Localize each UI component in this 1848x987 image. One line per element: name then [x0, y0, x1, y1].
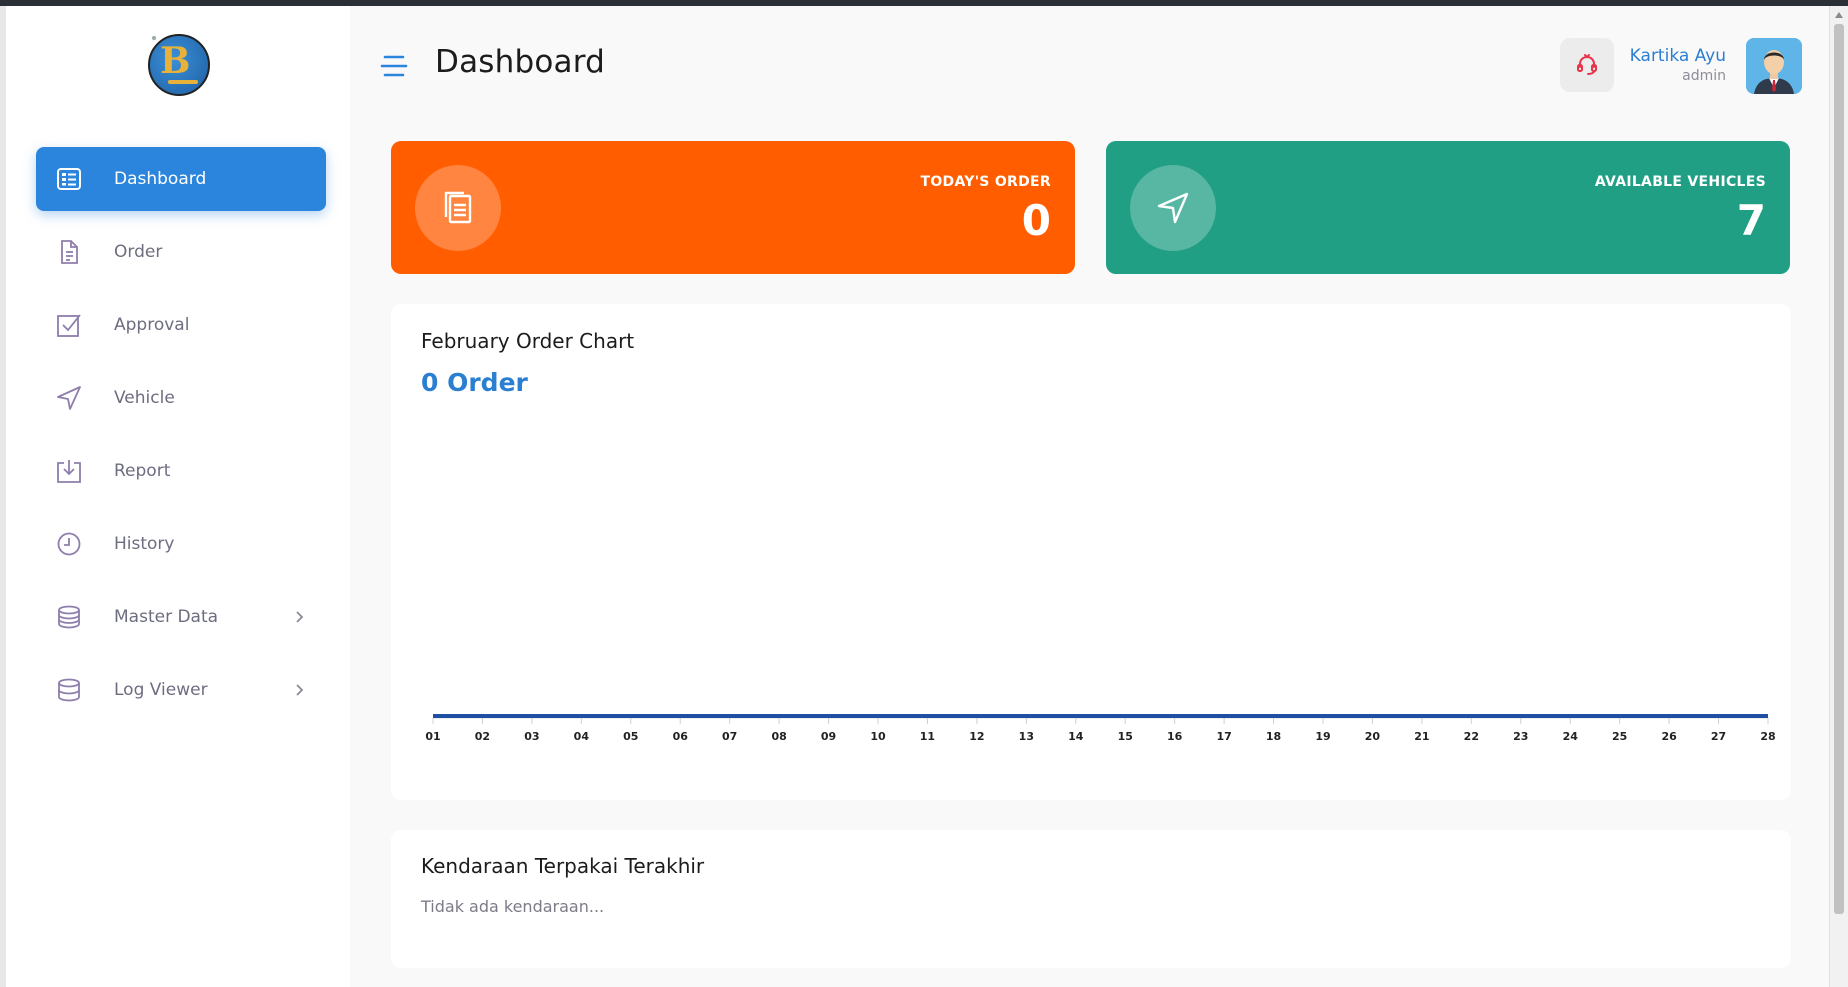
chart-x-tick-label: 05 [623, 730, 638, 743]
chart-x-tick-label: 07 [722, 730, 737, 743]
chart-title: February Order Chart [421, 329, 635, 353]
stat-value: 0 [1021, 196, 1051, 245]
chart-x-tick-label: 23 [1513, 730, 1528, 743]
navigation-arrow-icon [1157, 192, 1189, 224]
today-order-card[interactable]: TODAY'S ORDER 0 [391, 141, 1075, 274]
chart-x-tick-label: 04 [574, 730, 590, 743]
chart-x-tick-label: 27 [1711, 730, 1726, 743]
chart-x-tick-label: 21 [1414, 730, 1429, 743]
sidebar: B Dashboard Order Approval Vehicle Repor… [6, 6, 350, 987]
chevron-right-icon [296, 684, 304, 696]
chart-x-tick-label: 06 [673, 730, 689, 743]
sidebar-item-label: Vehicle [114, 388, 175, 408]
sidebar-item-history[interactable]: History [36, 512, 326, 576]
order-line-chart[interactable]: 01 02 03 04 05 06 07 08 09 10 11 12 13 14 15 16 17 18 19 20… [391, 304, 1791, 800]
navigation-arrow-icon [57, 386, 81, 410]
chart-x-tick-label: 11 [920, 730, 935, 743]
hamburger-menu-icon[interactable] [380, 52, 408, 80]
page-title: Dashboard [435, 44, 605, 80]
scroll-up-arrow-icon[interactable] [1835, 12, 1843, 18]
sidebar-item-label: Approval [114, 315, 190, 335]
chart-x-tick-label: 15 [1118, 730, 1133, 743]
chart-x-tick-label: 19 [1315, 730, 1330, 743]
document-icon [61, 240, 78, 264]
documents-icon [444, 191, 472, 224]
user-avatar-icon [1746, 38, 1802, 94]
chart-x-tick-label: 03 [524, 730, 539, 743]
sidebar-item-label: History [114, 534, 175, 554]
notification-button[interactable] [1560, 38, 1614, 92]
chart-x-tick-label: 28 [1760, 730, 1775, 743]
chart-x-tick-label: 22 [1464, 730, 1479, 743]
stat-icon-circle [1130, 165, 1216, 251]
chart-x-tick-label: 24 [1563, 730, 1579, 743]
sidebar-item-dashboard[interactable]: Dashboard [36, 147, 326, 211]
sidebar-item-label: Order [114, 242, 163, 262]
recent-vehicles-empty-text: Tidak ada kendaraan... [421, 897, 605, 916]
chart-order-count: 0 Order [421, 368, 528, 397]
logo-bar-icon [168, 80, 198, 84]
dashboard-icon [57, 168, 81, 190]
recent-vehicles-card: Kendaraan Terpakai Terakhir Tidak ada ke… [391, 830, 1791, 968]
chart-x-tick-label: 16 [1167, 730, 1183, 743]
scrollbar[interactable] [1829, 6, 1848, 987]
chart-x-tick-label: 14 [1068, 730, 1084, 743]
sidebar-item-approval[interactable]: Approval [36, 293, 326, 357]
chart-x-tick-label: 18 [1266, 730, 1281, 743]
scrollbar-thumb[interactable] [1834, 24, 1844, 914]
chart-x-tick-label: 12 [969, 730, 984, 743]
download-tray-icon [57, 460, 81, 483]
chart-x-tick-label: 25 [1612, 730, 1627, 743]
chart-x-tick-label: 10 [870, 730, 886, 743]
chart-x-tick-label: 02 [475, 730, 490, 743]
logo-sparkle-icon [152, 36, 156, 40]
sidebar-nav: Dashboard Order Approval Vehicle Report … [36, 147, 326, 731]
user-role: admin [1682, 68, 1726, 84]
avatar[interactable] [1746, 38, 1802, 94]
sidebar-item-label: Log Viewer [114, 680, 208, 700]
logo[interactable]: B [148, 34, 210, 96]
sidebar-item-master-data[interactable]: Master Data [36, 585, 326, 649]
chart-x-tick-label: 20 [1365, 730, 1381, 743]
stat-value: 7 [1736, 196, 1766, 245]
sidebar-item-label: Master Data [114, 607, 219, 627]
recent-vehicles-title: Kendaraan Terpakai Terakhir [421, 854, 705, 878]
sidebar-item-report[interactable]: Report [36, 439, 326, 503]
sidebar-item-label: Dashboard [114, 169, 207, 189]
sidebar-item-vehicle[interactable]: Vehicle [36, 366, 326, 430]
logo-letter-icon: B [160, 40, 191, 82]
chart-x-tick-label: 01 [425, 730, 440, 743]
chart-x-tick-label: 13 [1019, 730, 1034, 743]
order-chart-card: 01 02 03 04 05 06 07 08 09 10 11 12 13 14 15 16 17 18 19 20… [391, 304, 1791, 800]
database-icon [58, 678, 80, 702]
available-vehicles-card[interactable]: AVAILABLE VEHICLES 7 [1106, 141, 1790, 274]
chart-x-tick-label: 09 [821, 730, 836, 743]
sidebar-item-order[interactable]: Order [36, 220, 326, 284]
database-icon [58, 605, 80, 629]
sidebar-item-log-viewer[interactable]: Log Viewer [36, 658, 326, 722]
stat-label: AVAILABLE VEHICLES [1594, 174, 1766, 190]
headset-bell-icon [1577, 54, 1597, 75]
chart-x-tick-label: 17 [1216, 730, 1231, 743]
sidebar-item-label: Report [114, 461, 171, 481]
clock-icon [57, 532, 81, 556]
stat-icon-circle [415, 165, 501, 251]
chart-x-tick-label: 26 [1661, 730, 1677, 743]
stat-label: TODAY'S ORDER [920, 174, 1051, 190]
chevron-right-icon [296, 611, 304, 623]
checkbox-icon [57, 314, 81, 337]
user-name[interactable]: Kartika Ayu [1630, 46, 1726, 66]
chart-x-tick-label: 08 [771, 730, 786, 743]
